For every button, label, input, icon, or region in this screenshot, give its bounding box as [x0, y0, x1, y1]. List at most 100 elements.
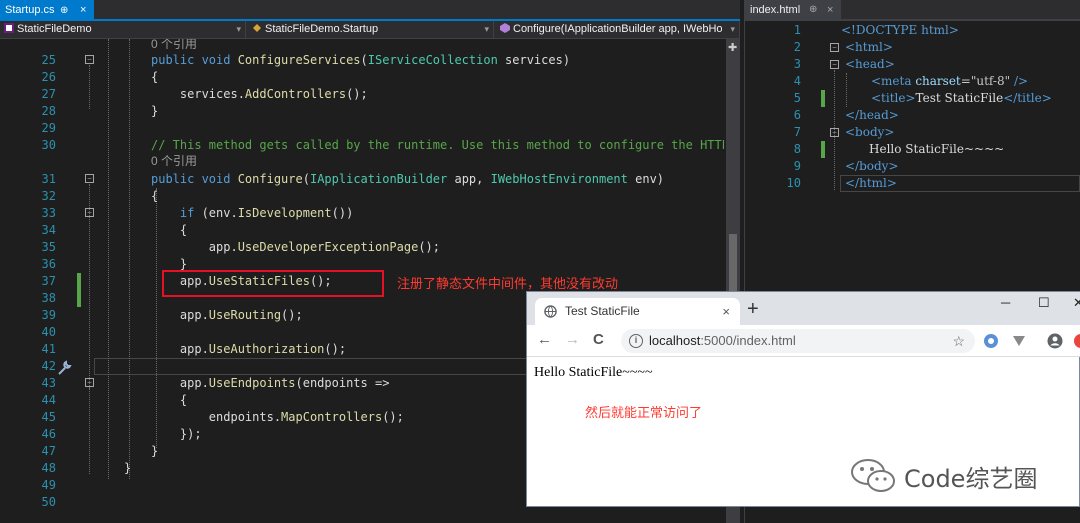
html-code-area[interactable]: 1 2 3 4 5 6 7 8 9 10 − − − <!DOCTYPE htm… [745, 22, 1080, 202]
right-tab-strip: index.html ⊕ × [745, 0, 1080, 21]
bookmark-star-icon[interactable]: ☆ [952, 329, 965, 353]
csharp-project-icon [4, 23, 14, 33]
tab-label: index.html [750, 4, 801, 16]
line-number: 43 [41, 376, 56, 390]
annotation-text: 然后就能正常访问了 [585, 405, 703, 420]
browser-toolbar: ← → C i localhost:5000/index.html ☆ [527, 325, 1080, 357]
fold-guide [89, 65, 90, 109]
change-marker [821, 90, 825, 107]
info-icon[interactable]: i [629, 334, 643, 348]
close-icon[interactable]: × [722, 298, 730, 325]
class-dropdown[interactable]: StaticFileDemo.Startup ▾ [248, 21, 494, 39]
window-close-button[interactable]: ✕ [1073, 295, 1080, 311]
annotation-text: 注册了静态文件中间件，其他没有改动 [397, 276, 619, 291]
collapse-icon[interactable]: − [85, 55, 94, 64]
line-number: 50 [41, 495, 56, 509]
line-number: 8 [793, 142, 801, 156]
wechat-logo-icon [851, 459, 895, 492]
line-number: 29 [41, 121, 56, 135]
close-icon[interactable]: × [827, 0, 833, 20]
line-number: 27 [41, 87, 56, 101]
line-number: 32 [41, 189, 56, 203]
extension-icon[interactable] [1073, 333, 1080, 349]
pin-icon[interactable]: ⊕ [60, 0, 68, 21]
line-number: 42 [41, 359, 56, 373]
browser-tab[interactable]: Test StaticFile × [535, 298, 740, 325]
html-line: </html> [845, 176, 897, 190]
line-number: 45 [41, 410, 56, 424]
code-line: services.AddControllers(); [151, 87, 368, 101]
indent-guide [129, 39, 130, 479]
tab-index-html[interactable]: index.html ⊕ × [745, 0, 841, 20]
line-number: 31 [41, 172, 56, 186]
line-number: 44 [41, 393, 56, 407]
code-line: public void Configure(IApplicationBuilde… [151, 172, 665, 186]
line-number: 33 [41, 206, 56, 220]
change-marker [821, 141, 825, 158]
class-name: StaticFileDemo.Startup [265, 23, 379, 35]
url-path: :5000/index.html [700, 333, 796, 348]
minimize-button[interactable]: ─ [1001, 295, 1010, 310]
member-dropdown[interactable]: Configure(IApplicationBuilder app, IWebH… [496, 21, 740, 39]
code-line: { [151, 70, 159, 84]
watermark-text: Code综艺圈 [904, 465, 1038, 493]
indent-guide [108, 39, 109, 479]
line-number: 5 [793, 91, 801, 105]
left-tab-strip: Startup.cs ⊕ × [0, 0, 740, 21]
collapse-icon[interactable]: − [830, 60, 839, 69]
wrench-icon[interactable] [56, 360, 72, 376]
line-number: 25 [41, 53, 56, 67]
chevron-down-icon: ▾ [484, 24, 489, 34]
line-number: 10 [786, 176, 801, 190]
back-button[interactable]: ← [537, 331, 552, 348]
indent-guide [846, 73, 847, 107]
line-number: 40 [41, 325, 56, 339]
new-tab-button[interactable]: + [747, 298, 759, 320]
extension-icon[interactable] [1011, 333, 1027, 349]
page-body-text: Hello StaticFile~~~~ [534, 365, 653, 380]
reload-button[interactable]: C [593, 331, 604, 348]
change-marker [77, 273, 81, 307]
line-number: 34 [41, 223, 56, 237]
line-number: 48 [41, 461, 56, 475]
tab-startup-cs[interactable]: Startup.cs ⊕ × [0, 0, 94, 21]
reference-count[interactable]: 0 个引用 [151, 154, 197, 168]
navigation-bar: StaticFileDemo ▾ StaticFileDemo.Startup … [0, 21, 740, 39]
code-line: { [151, 223, 188, 237]
code-line: } [98, 477, 99, 494]
forward-button[interactable]: → [565, 331, 580, 348]
pin-icon[interactable]: ⊕ [809, 0, 817, 20]
chevron-down-icon: ▾ [236, 24, 241, 34]
line-number: 47 [41, 444, 56, 458]
member-name: Configure(IApplicationBuilder app, IWebH… [513, 23, 723, 35]
line-number: 39 [41, 308, 56, 322]
extension-icon[interactable] [983, 333, 999, 349]
globe-icon [544, 305, 557, 318]
code-line: } [151, 444, 159, 458]
line-number: 30 [41, 138, 56, 152]
line-number: 4 [793, 74, 801, 88]
code-line: app.UseEndpoints(endpoints => [151, 376, 390, 390]
reference-count[interactable]: 0 个引用 [151, 39, 197, 51]
split-plus-icon[interactable]: ✚ [728, 41, 737, 54]
line-number-gutter: 25 26 27 28 29 30 31 32 33 34 35 36 37 3… [0, 39, 98, 523]
address-bar[interactable]: i localhost:5000/index.html ☆ [621, 329, 975, 353]
line-number: 41 [41, 342, 56, 356]
html-line: Hello StaticFile~~~~ [869, 142, 1005, 156]
chevron-down-icon: ▾ [730, 24, 735, 34]
project-name: StaticFileDemo [17, 23, 92, 35]
maximize-button[interactable]: ☐ [1038, 295, 1050, 311]
code-line: { [151, 189, 159, 203]
collapse-icon[interactable]: − [830, 43, 839, 52]
collapse-icon[interactable]: − [85, 174, 94, 183]
browser-title-bar: Test StaticFile × + ─ ☐ ✕ [527, 292, 1080, 325]
html-line: </head> [845, 108, 899, 122]
html-line: <meta charset="utf-8" /> [871, 74, 1029, 88]
project-dropdown[interactable]: StaticFileDemo ▾ [0, 21, 246, 39]
profile-icon[interactable] [1047, 333, 1063, 349]
html-line: <body> [845, 125, 895, 139]
code-line: { [151, 393, 188, 407]
close-icon[interactable]: × [80, 0, 86, 21]
line-number: 28 [41, 104, 56, 118]
fold-guide [834, 70, 835, 190]
